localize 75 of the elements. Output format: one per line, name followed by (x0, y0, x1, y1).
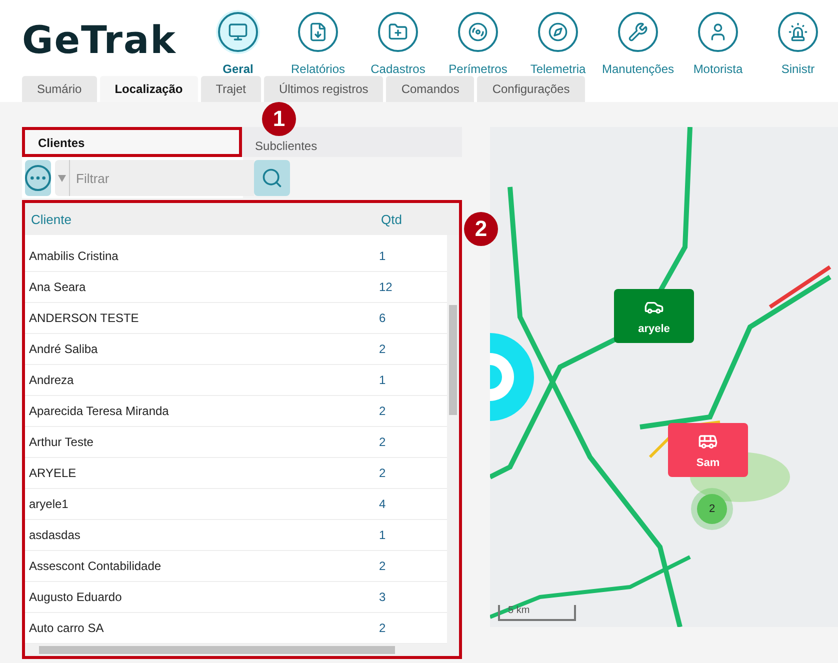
monitor-icon (218, 12, 258, 52)
table-cell-text: 4 (378, 497, 387, 511)
table-cell-text: 2 (378, 466, 387, 480)
tab[interactable]: Últimos registros (264, 76, 384, 102)
filter-field[interactable]: Filtrar (70, 160, 254, 196)
nav-item[interactable]: Motorista (678, 0, 758, 76)
table-cell-text: Auto carro SA (28, 621, 105, 635)
more-options-button[interactable] (25, 160, 51, 196)
table-row[interactable]: Arthur Teste 2 (25, 427, 447, 458)
table-cell-text: 6 (378, 311, 387, 325)
table-row[interactable]: André Saliba 2 (25, 334, 447, 365)
table-cell-text: Assescont Contabilidade (28, 559, 162, 573)
scrollbar[interactable] (25, 644, 459, 656)
search-icon (261, 167, 283, 189)
column-header[interactable]: Qtd (375, 212, 441, 226)
search-button[interactable] (254, 160, 290, 196)
wheel-widget-icon (490, 333, 536, 421)
table-cell-text: ANDERSON TESTE (28, 311, 140, 325)
table-cell-text: Andreza (28, 373, 75, 387)
disc-icon (458, 12, 498, 52)
table-row[interactable]: ANDERSON TESTE 6 (25, 303, 447, 334)
dropdown-caret-icon[interactable] (55, 160, 70, 196)
vehicle-marker[interactable]: Sam (668, 423, 748, 477)
table-cell-text: asdasdas (28, 528, 82, 542)
table-cell-text: 2 (378, 435, 387, 449)
table-row[interactable]: ARYELE 2 (25, 458, 447, 489)
tab[interactable]: Localização (100, 76, 198, 102)
table-cell-text: Ana Seara (28, 280, 87, 294)
cluster-marker[interactable]: 2 (697, 494, 727, 524)
table-cell-text: Augusto Eduardo (28, 590, 123, 604)
table-cell-text: ARYELE (28, 466, 78, 480)
nav-item[interactable]: Telemetria (518, 0, 598, 76)
table-cell-text: aryele1 (28, 497, 70, 511)
table-cell-text: 12 (378, 280, 394, 294)
table-row[interactable]: Amabilis Cristina 1 (25, 241, 447, 272)
folder-icon (378, 12, 418, 52)
table-cell-text: André Saliba (28, 342, 99, 356)
table-row[interactable]: aryele1 4 (25, 489, 447, 520)
tab[interactable]: Sumário (22, 76, 97, 102)
nav-item[interactable]: Sinistr (758, 0, 838, 76)
nav-item[interactable]: Perímetros (438, 0, 518, 76)
nav-item[interactable]: Geral (198, 0, 278, 76)
person-icon (698, 12, 738, 52)
tab[interactable]: Trajet (200, 76, 261, 102)
table-cell-text: 1 (378, 528, 387, 542)
compass-icon (538, 12, 578, 52)
document-icon (298, 12, 338, 52)
logo: GeTrak (22, 18, 178, 62)
subtab[interactable]: Clientes (22, 127, 242, 157)
table-cell-text: 1 (378, 249, 387, 263)
table-cell-text: 3 (378, 590, 387, 604)
table-row[interactable]: Andreza 1 (25, 365, 447, 396)
table-row[interactable]: Ana Seara 12 (25, 272, 447, 303)
ellipsis-icon (25, 165, 51, 191)
nav-item[interactable]: Relatórios (278, 0, 358, 76)
column-header[interactable]: Cliente (25, 212, 375, 226)
nav-item[interactable]: Manutenções (598, 0, 678, 76)
table-cell-text: Amabilis Cristina (28, 249, 120, 263)
table-cell-text: Aparecida Teresa Miranda (28, 404, 170, 418)
table-row[interactable]: asdasdas 1 (25, 520, 447, 551)
table-cell-text: 2 (378, 404, 387, 418)
table-row[interactable]: Aparecida Teresa Miranda 2 (25, 396, 447, 427)
table-cell-text: 2 (378, 621, 387, 635)
siren-icon (778, 12, 818, 52)
tab[interactable]: Configurações (477, 76, 585, 102)
table-row[interactable]: Assescont Contabilidade 2 (25, 551, 447, 582)
tab[interactable]: Comandos (386, 76, 474, 102)
table-row[interactable]: Augusto Eduardo 3 (25, 582, 447, 613)
nav-item[interactable]: Cadastros (358, 0, 438, 76)
table-cell-text: Arthur Teste (28, 435, 94, 449)
table-cell-text: 2 (378, 342, 387, 356)
table-cell-text: 2 (378, 559, 387, 573)
wrench-icon (618, 12, 658, 52)
vehicle-marker[interactable]: aryele (614, 289, 694, 343)
table-cell-text: 1 (378, 373, 387, 387)
